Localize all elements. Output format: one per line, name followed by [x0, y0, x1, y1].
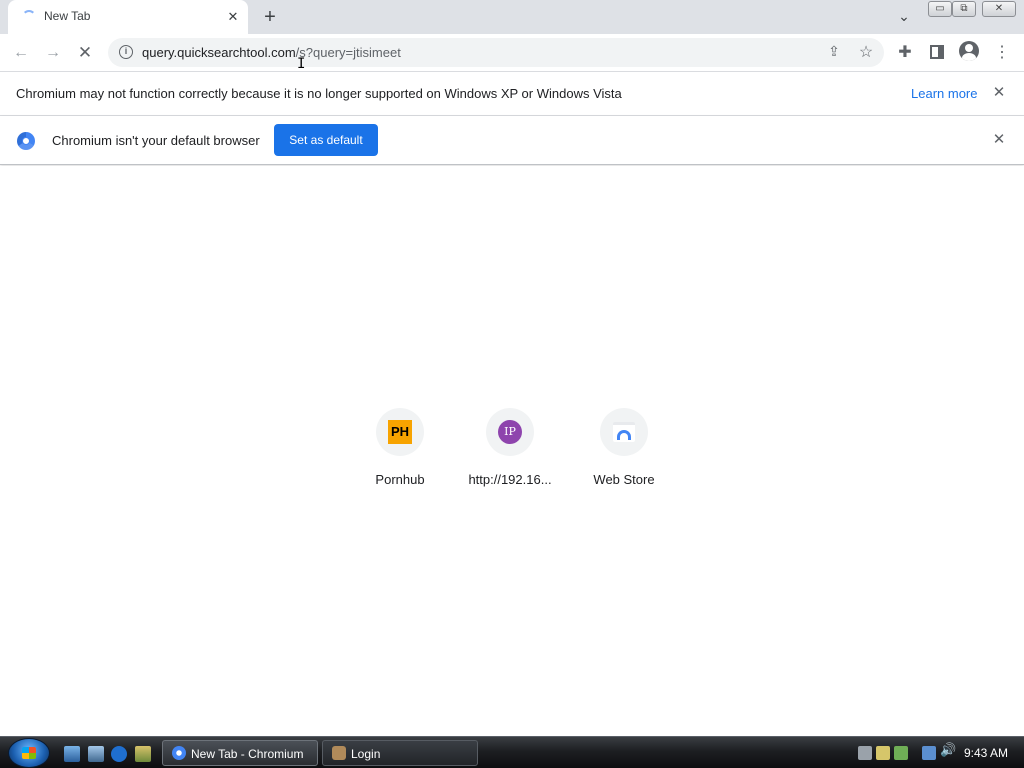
tray-app-icon[interactable]	[858, 746, 872, 760]
unsupported-os-message: Chromium may not function correctly beca…	[16, 86, 622, 101]
tab-strip: New Tab ✕ + ⌄ ▭ ⧉ ✕	[0, 0, 1024, 34]
start-button[interactable]	[8, 738, 50, 768]
system-tray: 🔊 9:43 AM	[850, 739, 1024, 767]
shortcut-icon-circle	[600, 408, 648, 456]
url-host: query.quicksearchtool.com	[142, 45, 296, 60]
default-browser-infobar: Chromium isn't your default browser Set …	[0, 116, 1024, 165]
forward-arrow-icon[interactable]: →	[42, 42, 64, 64]
switch-windows-icon[interactable]	[88, 746, 104, 762]
shortcut-tile-ip[interactable]: IP http://192.16...	[454, 408, 566, 498]
tab-new-tab[interactable]: New Tab ✕	[8, 0, 248, 34]
taskbar-item-login[interactable]: Login	[322, 740, 478, 766]
shortcut-tile-web-store[interactable]: Web Store	[568, 408, 680, 498]
share-icon[interactable]: ⇪	[824, 43, 844, 63]
window-minimize-button[interactable]: ▭	[928, 1, 952, 17]
taskbar-item-label: Login	[351, 747, 381, 761]
close-infobar-icon[interactable]: ✕	[990, 131, 1008, 149]
kebab-menu-icon[interactable]: ⋮	[991, 42, 1013, 64]
bookmark-star-icon[interactable]: ☆	[856, 42, 876, 62]
tab-search-chevron-icon[interactable]: ⌄	[894, 8, 914, 26]
web-store-icon	[613, 422, 635, 442]
set-as-default-button[interactable]: Set as default	[274, 124, 378, 156]
chromium-logo-icon	[17, 132, 35, 150]
side-panel-icon[interactable]	[926, 42, 948, 64]
system-clock[interactable]: 9:43 AM	[964, 746, 1008, 760]
internet-explorer-icon[interactable]	[111, 746, 127, 762]
close-tab-icon[interactable]: ✕	[224, 8, 242, 26]
network-icon[interactable]	[922, 746, 936, 760]
tab-title: New Tab	[44, 9, 91, 23]
window-restore-button[interactable]: ⧉	[952, 1, 976, 17]
loading-spinner-icon	[22, 10, 36, 24]
windows-taskbar: New Tab - Chromium Login 🔊 9:43 AM	[0, 736, 1024, 768]
quick-launch-app-icon[interactable]	[135, 746, 151, 762]
taskbar-item-chromium[interactable]: New Tab - Chromium	[162, 740, 318, 766]
new-tab-button[interactable]: +	[258, 6, 282, 30]
unsupported-os-infobar: Chromium may not function correctly beca…	[0, 71, 1024, 116]
default-browser-message: Chromium isn't your default browser	[52, 133, 260, 148]
shortcut-label: Pornhub	[375, 472, 425, 487]
ip-logo-icon: IP	[498, 420, 522, 444]
url-text[interactable]: query.quicksearchtool.com/s?query=jtisim…	[142, 45, 401, 60]
shortcut-label: Web Store	[593, 472, 655, 487]
login-app-icon	[332, 746, 346, 760]
text-cursor-icon: I	[297, 56, 306, 72]
address-bar[interactable]: i query.quicksearchtool.com/s?query=jtis…	[108, 38, 884, 67]
show-desktop-icon[interactable]	[64, 746, 80, 762]
shortcut-label: http://192.16...	[468, 472, 552, 487]
shortcut-tile-pornhub[interactable]: PH Pornhub	[344, 408, 456, 498]
back-arrow-icon[interactable]: ←	[10, 42, 32, 64]
site-info-icon[interactable]: i	[119, 45, 133, 59]
tray-app-icon[interactable]	[894, 746, 908, 760]
taskbar-item-label: New Tab - Chromium	[191, 747, 304, 761]
shortcut-icon-circle: PH	[376, 408, 424, 456]
pornhub-logo-icon: PH	[388, 420, 412, 444]
browser-toolbar: ← → ✕ i query.quicksearchtool.com/s?quer…	[0, 34, 1024, 71]
url-path: /s?query=jtisimeet	[295, 45, 401, 60]
profile-avatar-icon[interactable]	[959, 41, 979, 61]
stop-loading-icon[interactable]: ✕	[74, 42, 96, 64]
window-close-button[interactable]: ✕	[982, 1, 1016, 17]
tray-app-icon[interactable]	[876, 746, 890, 760]
chromium-taskbar-icon	[172, 746, 186, 760]
close-infobar-icon[interactable]: ✕	[990, 84, 1008, 102]
volume-icon[interactable]: 🔊	[940, 742, 956, 757]
browser-window: New Tab ✕ + ⌄ ▭ ⧉ ✕ ← → ✕ i query.quicks…	[0, 0, 1024, 768]
new-tab-page: PH Pornhub IP http://192.16... Web Store	[0, 166, 1024, 736]
extensions-puzzle-icon[interactable]: ✚	[894, 42, 916, 64]
shortcut-icon-circle: IP	[486, 408, 534, 456]
learn-more-link[interactable]: Learn more	[911, 86, 977, 101]
